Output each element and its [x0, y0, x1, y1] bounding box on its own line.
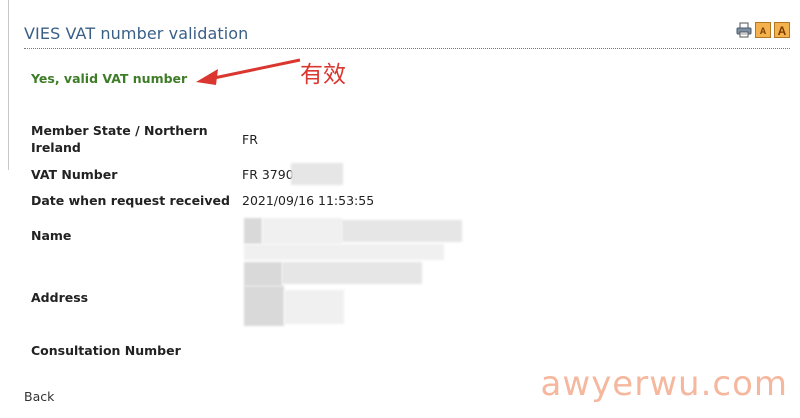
- watermark: awyerwu.com: [540, 364, 788, 404]
- name-label: Name: [31, 228, 72, 243]
- consultation-number-label: Consultation Number: [31, 343, 181, 358]
- name-redaction-4: [244, 244, 444, 260]
- print-icon[interactable]: [736, 22, 752, 38]
- left-border: [8, 0, 9, 170]
- address-redaction-2: [282, 262, 422, 284]
- vat-number-redaction: [291, 163, 343, 185]
- name-redaction-3: [342, 220, 462, 242]
- header: VIES VAT number validation: [24, 22, 794, 48]
- name-redaction-2: [262, 218, 342, 244]
- address-redaction-3: [244, 286, 284, 326]
- annotation-arrow-icon: [196, 58, 301, 85]
- annotation-label: 有效: [300, 62, 346, 88]
- font-size-large-letter: A: [778, 24, 787, 38]
- vies-validation-page: VIES VAT number validation A A Yes, vali…: [0, 0, 800, 418]
- address-redaction-1: [244, 262, 282, 286]
- header-divider: [24, 48, 790, 49]
- toolbar: A A: [736, 22, 790, 38]
- member-state-label: Member State / Northern Ireland: [31, 123, 208, 155]
- vat-number-label: VAT Number: [31, 167, 118, 182]
- back-link[interactable]: Back: [24, 389, 54, 404]
- date-value: 2021/09/16 11:53:55: [242, 193, 375, 208]
- member-state-value: FR: [242, 132, 258, 147]
- name-redaction-1: [244, 218, 262, 244]
- font-size-icon[interactable]: A: [755, 22, 771, 38]
- address-redaction-4: [284, 290, 344, 324]
- font-size-letter: A: [760, 26, 767, 36]
- date-label: Date when request received: [31, 193, 230, 208]
- vat-number-value: FR 3790: [242, 167, 294, 182]
- validation-status: Yes, valid VAT number: [31, 71, 188, 86]
- font-size-large-icon[interactable]: A: [774, 22, 790, 38]
- page-title: VIES VAT number validation: [24, 24, 249, 43]
- address-label: Address: [31, 290, 89, 305]
